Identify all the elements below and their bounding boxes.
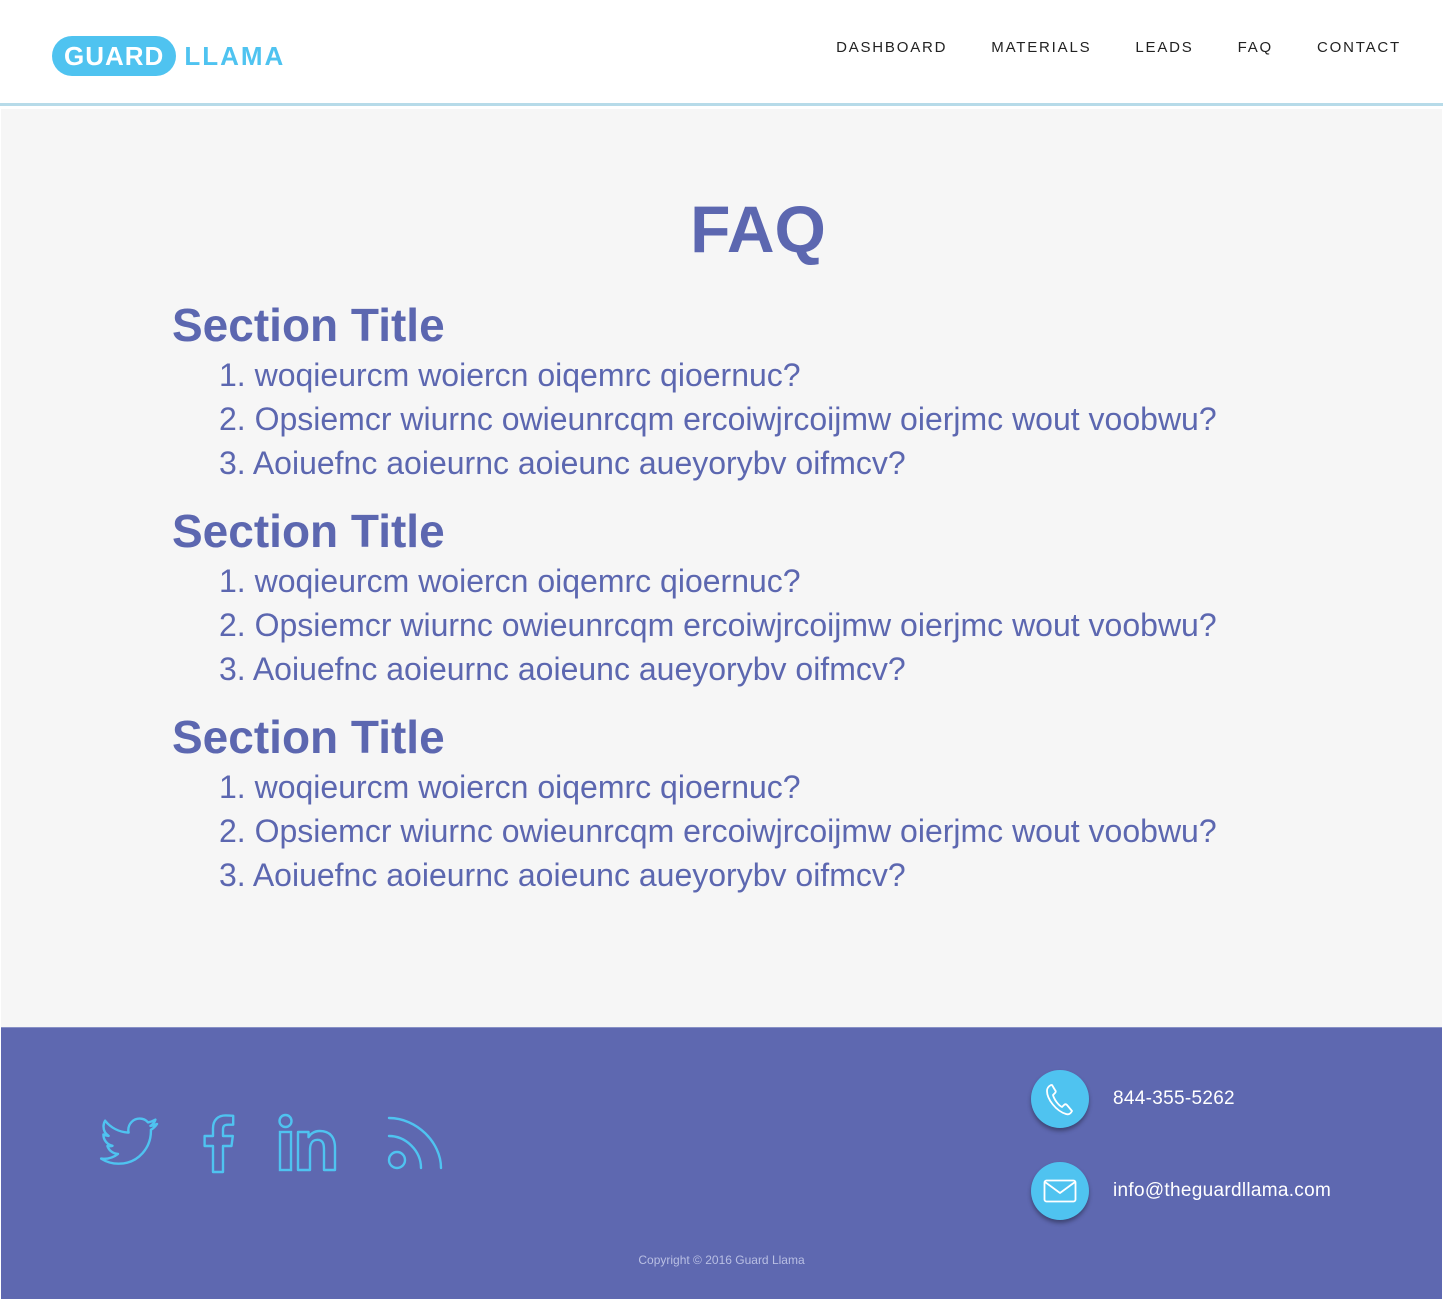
mail-icon: [1031, 1162, 1089, 1220]
phone-icon: [1031, 1070, 1089, 1128]
question-item[interactable]: 2. Opsiemcr wiurnc owieunrcqm ercoiwjrco…: [219, 809, 1412, 853]
faq-section: Section Title 1. woqieurcm woiercn oiqem…: [172, 503, 1412, 691]
logo-primary-text: GUARD: [52, 36, 177, 76]
social-links: [97, 1112, 447, 1174]
section-title: Section Title: [172, 299, 445, 351]
contact-email[interactable]: info@theguardllama.com: [1031, 1162, 1331, 1220]
question-list: 1. woqieurcm woiercn oiqemrc qioernuc? 2…: [172, 559, 1412, 691]
contact-phone[interactable]: 844-355-5262: [1031, 1070, 1235, 1128]
question-item[interactable]: 3. Aoiuefnc aoieurnc aoieunc aueyorybv o…: [219, 853, 1412, 897]
question-item[interactable]: 3. Aoiuefnc aoieurnc aoieunc aueyorybv o…: [219, 647, 1412, 691]
rss-icon[interactable]: [383, 1112, 447, 1174]
nav-dashboard[interactable]: DASHBOARD: [836, 39, 947, 56]
facebook-icon[interactable]: [201, 1112, 235, 1174]
phone-number[interactable]: 844-355-5262: [1113, 1088, 1235, 1110]
question-list: 1. woqieurcm woiercn oiqemrc qioernuc? 2…: [172, 353, 1412, 485]
section-title: Section Title: [172, 505, 445, 557]
site-header: GUARD LLAMA DASHBOARD MATERIALS LEADS FA…: [0, 0, 1443, 106]
nav-faq[interactable]: FAQ: [1238, 39, 1273, 56]
question-item[interactable]: 1. woqieurcm woiercn oiqemrc qioernuc?: [219, 353, 1412, 397]
nav-materials[interactable]: MATERIALS: [991, 39, 1091, 56]
faq-sections: Section Title 1. woqieurcm woiercn oiqem…: [172, 297, 1412, 915]
copyright-text: Copyright © 2016 Guard Llama: [638, 1253, 805, 1267]
nav-leads[interactable]: LEADS: [1135, 39, 1193, 56]
site-footer: 844-355-5262 info@theguardllama.com Copy…: [1, 1027, 1442, 1299]
email-address[interactable]: info@theguardllama.com: [1113, 1180, 1331, 1202]
question-item[interactable]: 2. Opsiemcr wiurnc owieunrcqm ercoiwjrco…: [219, 603, 1412, 647]
section-title: Section Title: [172, 711, 445, 763]
question-item[interactable]: 3. Aoiuefnc aoieurnc aoieunc aueyorybv o…: [219, 441, 1412, 485]
question-item[interactable]: 2. Opsiemcr wiurnc owieunrcqm ercoiwjrco…: [219, 397, 1412, 441]
faq-content: FAQ Section Title 1. woqieurcm woiercn o…: [1, 109, 1442, 1027]
linkedin-icon[interactable]: [277, 1112, 339, 1174]
twitter-icon[interactable]: [97, 1115, 161, 1171]
page-title: FAQ: [690, 192, 826, 266]
guard-llama-logo[interactable]: GUARD LLAMA: [52, 35, 285, 77]
faq-section: Section Title 1. woqieurcm woiercn oiqem…: [172, 297, 1412, 485]
question-item[interactable]: 1. woqieurcm woiercn oiqemrc qioernuc?: [219, 559, 1412, 603]
question-list: 1. woqieurcm woiercn oiqemrc qioernuc? 2…: [172, 765, 1412, 897]
faq-section: Section Title 1. woqieurcm woiercn oiqem…: [172, 709, 1412, 897]
question-item[interactable]: 1. woqieurcm woiercn oiqemrc qioernuc?: [219, 765, 1412, 809]
main-nav: DASHBOARD MATERIALS LEADS FAQ CONTACT: [792, 39, 1401, 56]
logo-secondary-text: LLAMA: [184, 41, 286, 71]
nav-contact[interactable]: CONTACT: [1317, 39, 1401, 56]
